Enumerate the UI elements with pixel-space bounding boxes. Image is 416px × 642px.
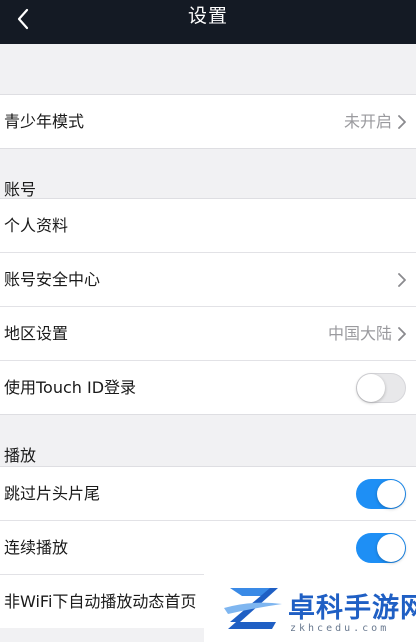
site-watermark: 卓科手游网 zkhcedu.com: [204, 574, 416, 642]
account-group: 个人资料 账号安全中心 地区设置 中国大陆 使用Touch ID登录: [0, 198, 416, 415]
toggle-knob: [377, 534, 405, 562]
personal-info-label: 个人资料: [4, 216, 69, 235]
teen-mode-label: 青少年模式: [4, 112, 85, 131]
chevron-right-icon: [398, 115, 406, 129]
touch-id-label: 使用Touch ID登录: [4, 378, 137, 397]
teen-mode-value: 未开启: [343, 112, 392, 131]
skip-intro-outro-toggle[interactable]: [356, 479, 406, 509]
page-title: 设置: [187, 5, 228, 27]
account-security-row[interactable]: 账号安全中心: [0, 252, 416, 306]
watermark-url: zkhcedu.com: [290, 623, 390, 634]
continuous-play-label: 连续播放: [4, 538, 69, 557]
account-section-title: 账号: [4, 180, 37, 199]
region-setting-value: 中国大陆: [327, 324, 392, 343]
chevron-right-icon: [398, 273, 406, 287]
playback-section-title: 播放: [4, 446, 37, 465]
touch-id-toggle[interactable]: [356, 373, 406, 403]
chevron-right-icon: [398, 327, 406, 341]
region-setting-row[interactable]: 地区设置 中国大陆: [0, 306, 416, 360]
skip-intro-outro-label: 跳过片头片尾: [4, 484, 101, 503]
toggle-knob: [357, 374, 385, 402]
teen-mode-row[interactable]: 青少年模式 未开启: [0, 95, 416, 148]
region-setting-label: 地区设置: [4, 324, 69, 343]
watermark-logo-icon: [224, 588, 282, 629]
account-security-label: 账号安全中心: [4, 270, 101, 289]
watermark-site-name: 卓科手游网: [288, 593, 416, 624]
personal-info-row[interactable]: 个人资料: [0, 199, 416, 252]
non-wifi-autoplay-label: 非WiFi下自动播放动态首页: [4, 592, 197, 611]
touch-id-row: 使用Touch ID登录: [0, 360, 416, 414]
continuous-play-row: 连续播放: [0, 520, 416, 574]
skip-intro-outro-row: 跳过片头片尾: [0, 467, 416, 520]
toggle-knob: [377, 480, 405, 508]
teen-mode-group: 青少年模式 未开启: [0, 94, 416, 149]
continuous-play-toggle[interactable]: [356, 533, 406, 563]
navigation-bar: 设置: [0, 0, 416, 44]
